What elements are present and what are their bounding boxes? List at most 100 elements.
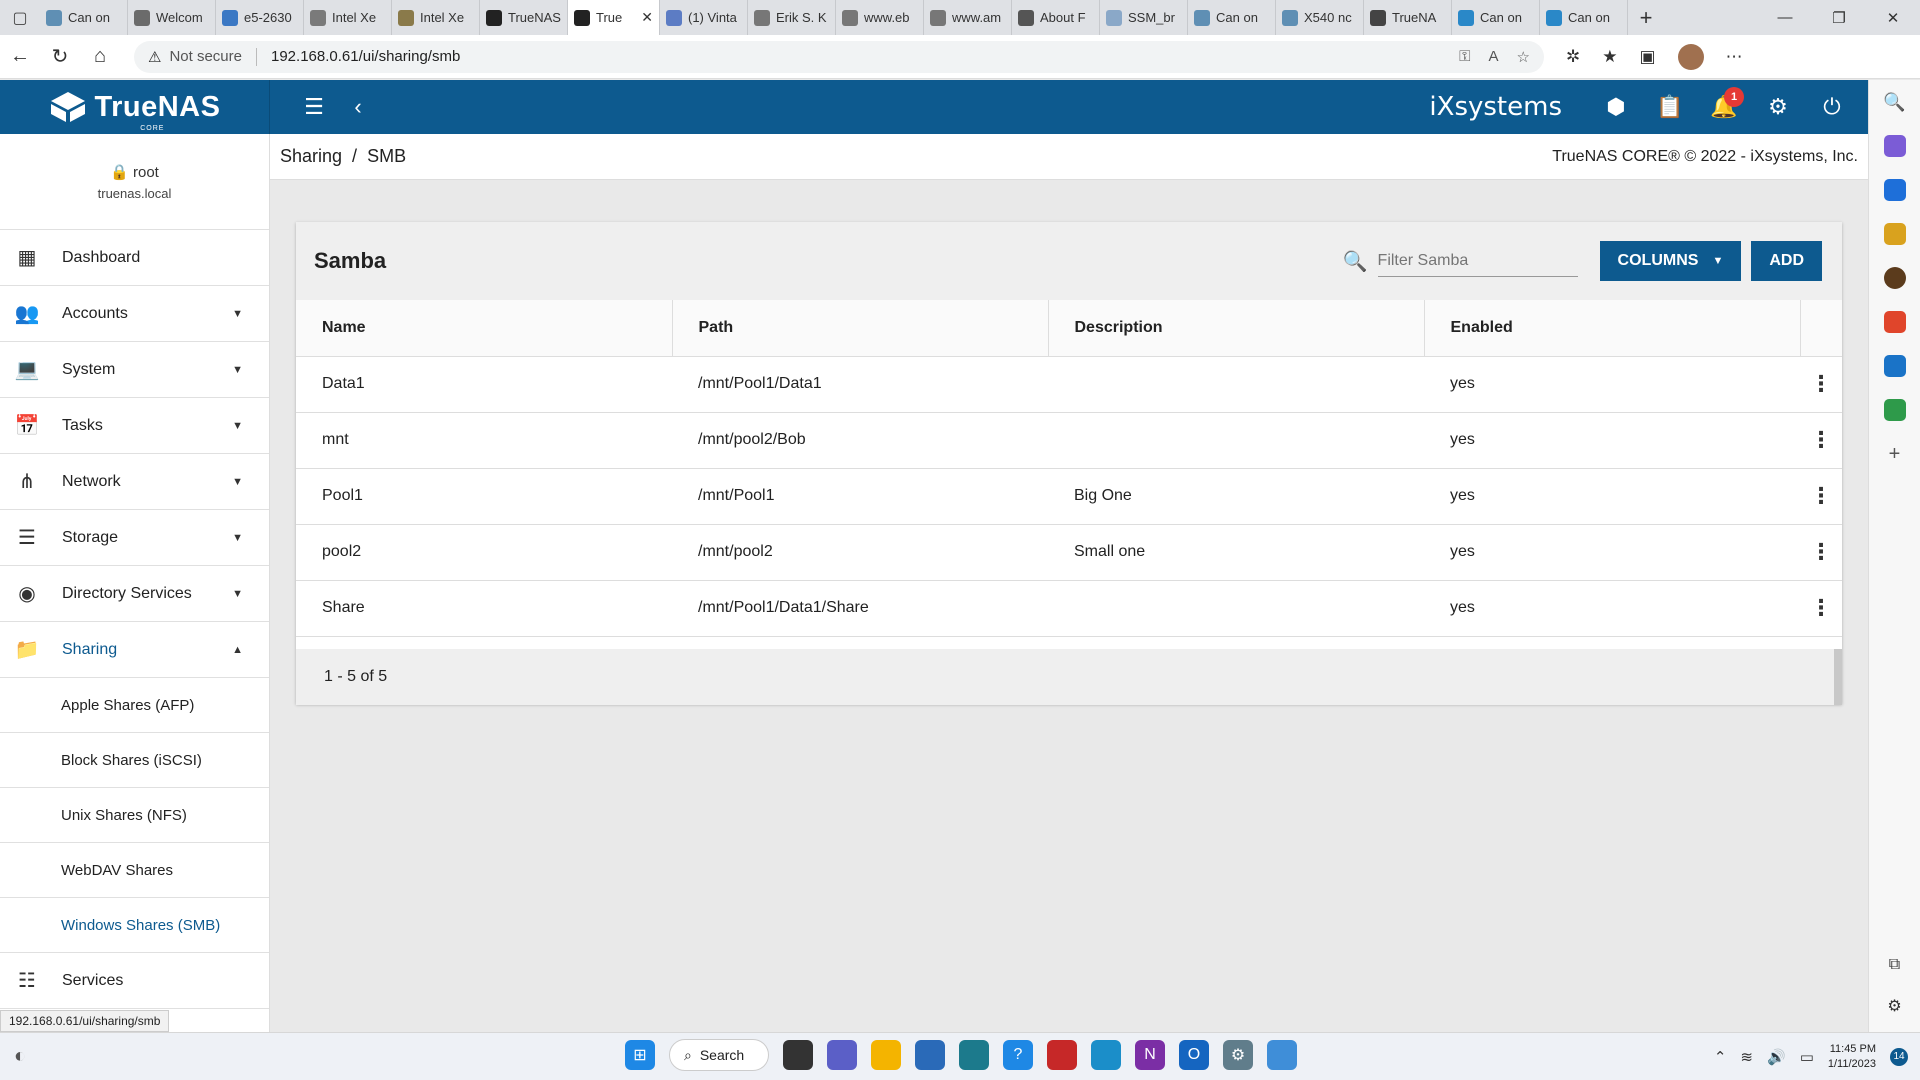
close-tab-icon[interactable]: ✕ xyxy=(641,9,653,26)
volume-icon[interactable]: 🔊 xyxy=(1767,1048,1786,1066)
columns-button[interactable]: COLUMNS ▼ xyxy=(1599,241,1742,281)
refresh-icon[interactable]: ↻ xyxy=(40,37,80,77)
filter-input[interactable] xyxy=(1377,245,1578,277)
task-manager-icon[interactable]: 📋 xyxy=(1648,85,1692,129)
mcafee-icon[interactable] xyxy=(1047,1040,1077,1070)
app-icon[interactable] xyxy=(959,1040,989,1070)
task-view-icon[interactable] xyxy=(783,1040,813,1070)
favorite-add-icon[interactable]: ☆ xyxy=(1517,48,1530,66)
sidebar-item-network[interactable]: ⋔ Network ▼ xyxy=(0,454,269,510)
add-sidebar-icon[interactable]: + xyxy=(1889,443,1901,466)
settings-gear-icon[interactable]: ⚙ xyxy=(1756,85,1800,129)
sidebar-item-directory-services[interactable]: ◉ Directory Services ▼ xyxy=(0,566,269,622)
tab-actions-icon[interactable]: ▢ xyxy=(0,0,40,35)
new-tab-button[interactable]: + xyxy=(1628,0,1664,35)
truenas-logo[interactable]: TrueNAS CORE xyxy=(0,80,270,134)
profile-m-icon[interactable] xyxy=(1883,267,1906,289)
browser-tab[interactable]: Can on xyxy=(40,0,128,35)
extensions-icon[interactable]: ✲ xyxy=(1566,47,1580,67)
sidebar-item-services[interactable]: ☷ Services xyxy=(0,953,269,1009)
profile-avatar[interactable] xyxy=(1677,43,1704,70)
back-icon[interactable]: ← xyxy=(0,37,40,77)
table-row[interactable]: Share/mnt/Pool1/Data1/Share yes ⋮ xyxy=(296,580,1842,637)
edge-icon[interactable] xyxy=(1091,1040,1121,1070)
row-menu-icon[interactable]: ⋮ xyxy=(1800,468,1842,525)
sidebar-subitem[interactable]: WebDAV Shares xyxy=(0,843,269,898)
browser-tab[interactable]: TrueNA xyxy=(1364,0,1452,35)
outlook-icon[interactable] xyxy=(1883,355,1906,377)
whiteboard-icon[interactable] xyxy=(1267,1040,1297,1070)
column-header-name[interactable]: Name xyxy=(296,300,673,357)
column-header-enabled[interactable]: Enabled xyxy=(1424,300,1801,357)
notifications-icon[interactable]: 🔔 1 xyxy=(1702,85,1746,129)
teams-icon[interactable] xyxy=(827,1040,857,1070)
power-icon[interactable]: ⏻ xyxy=(1810,85,1854,129)
sidebar-subitem[interactable]: Apple Shares (AFP) xyxy=(0,678,269,733)
sidebar-settings-icon[interactable]: ⚙ xyxy=(1887,996,1901,1016)
browser-tab[interactable]: Can on xyxy=(1540,0,1628,35)
browser-tab[interactable]: www.am xyxy=(924,0,1012,35)
truecommand-icon[interactable]: ⬢ xyxy=(1594,85,1638,129)
browser-tab[interactable]: Intel Xe xyxy=(304,0,392,35)
sidebar-item-dashboard[interactable]: ▦ Dashboard xyxy=(0,230,269,286)
row-menu-icon[interactable]: ⋮ xyxy=(1800,524,1842,581)
more-icon[interactable]: ⋯ xyxy=(1726,47,1743,67)
table-row[interactable]: Data1/mnt/Pool1/Data1 yes ⋮ xyxy=(296,356,1842,413)
notification-count-badge[interactable]: 14 xyxy=(1890,1047,1908,1066)
scrollbar[interactable] xyxy=(1834,648,1842,705)
sidebar-item-sharing[interactable]: 📁 Sharing ▲ xyxy=(0,622,269,678)
battery-icon[interactable]: ▭ xyxy=(1800,1048,1814,1066)
taskbar-search[interactable]: ⌕ Search xyxy=(669,1039,769,1071)
browser-tab[interactable]: SSM_br xyxy=(1100,0,1188,35)
table-row[interactable]: pool2/mnt/pool2 Small one yes ⋮ xyxy=(296,524,1842,581)
browser-tab[interactable]: www.eb xyxy=(836,0,924,35)
sidebar-item-tasks[interactable]: 📅 Tasks ▼ xyxy=(0,398,269,454)
copilot-icon[interactable] xyxy=(1883,135,1906,157)
shopping-icon[interactable] xyxy=(1883,179,1906,201)
tools-icon[interactable] xyxy=(1883,223,1906,245)
breadcrumb-parent[interactable]: Sharing xyxy=(280,146,342,167)
url-field[interactable]: ⚠ Not secure 192.168.0.61/ui/sharing/smb… xyxy=(134,40,1544,73)
browser-tab[interactable]: Can on xyxy=(1188,0,1276,35)
sidebar-item-storage[interactable]: ☰ Storage ▼ xyxy=(0,510,269,566)
minimize-icon[interactable]: — xyxy=(1758,0,1812,35)
browser-tab[interactable]: About F xyxy=(1012,0,1100,35)
search-sidebar-icon[interactable]: 🔍 xyxy=(1883,92,1905,113)
collections-icon[interactable]: ▣ xyxy=(1640,47,1656,67)
home-icon[interactable]: ⌂ xyxy=(80,37,120,77)
ixsystems-logo[interactable]: iXsystems xyxy=(1429,92,1562,122)
close-window-icon[interactable]: ✕ xyxy=(1866,0,1920,35)
row-menu-icon[interactable]: ⋮ xyxy=(1800,356,1842,413)
menu-icon[interactable]: ☰ xyxy=(292,85,336,129)
sidebar-item-accounts[interactable]: 👥 Accounts ▼ xyxy=(0,286,269,342)
restore-icon[interactable]: ❐ xyxy=(1812,0,1866,35)
sidebar-subitem[interactable]: Windows Shares (SMB) xyxy=(0,898,269,953)
browser-tab[interactable]: (1) Vinta xyxy=(660,0,748,35)
outlook-icon[interactable]: O xyxy=(1179,1040,1209,1070)
browser-tab[interactable]: X540 nc xyxy=(1276,0,1364,35)
read-aloud-icon[interactable]: A xyxy=(1489,48,1499,66)
browser-tab[interactable]: True ✕ xyxy=(568,0,660,35)
browser-tab[interactable]: Can on xyxy=(1452,0,1540,35)
favorites-icon[interactable]: ★ xyxy=(1602,47,1617,67)
table-row[interactable]: Pool1/mnt/Pool1 Big One yes ⋮ xyxy=(296,468,1842,525)
key-icon[interactable]: ⚿ xyxy=(1459,48,1470,66)
sidebar-item-system[interactable]: 💻 System ▼ xyxy=(0,342,269,398)
sidebar-subitem[interactable]: Block Shares (iSCSI) xyxy=(0,733,269,788)
browser-tab[interactable]: Erik S. K xyxy=(748,0,836,35)
sidebar-panel-icon[interactable]: ⧉ xyxy=(1889,956,1900,974)
help-icon[interactable]: ? xyxy=(1003,1040,1033,1070)
browser-tab[interactable]: Welcom xyxy=(128,0,216,35)
settings-icon[interactable]: ⚙ xyxy=(1223,1040,1253,1070)
widgets-icon[interactable]: ◐ xyxy=(0,1045,40,1068)
browser-tab[interactable]: Intel Xe xyxy=(392,0,480,35)
browser-tab[interactable]: TrueNAS xyxy=(480,0,568,35)
start-icon[interactable]: ⊞ xyxy=(625,1040,655,1070)
tree-icon[interactable] xyxy=(1883,399,1906,421)
tray-chevron-icon[interactable]: ⌃ xyxy=(1714,1048,1727,1066)
sidebar-subitem[interactable]: Unix Shares (NFS) xyxy=(0,788,269,843)
column-header-path[interactable]: Path xyxy=(672,300,1049,357)
column-header-description[interactable]: Description xyxy=(1048,300,1425,357)
add-button[interactable]: ADD xyxy=(1751,241,1822,281)
row-menu-icon[interactable]: ⋮ xyxy=(1800,412,1842,469)
